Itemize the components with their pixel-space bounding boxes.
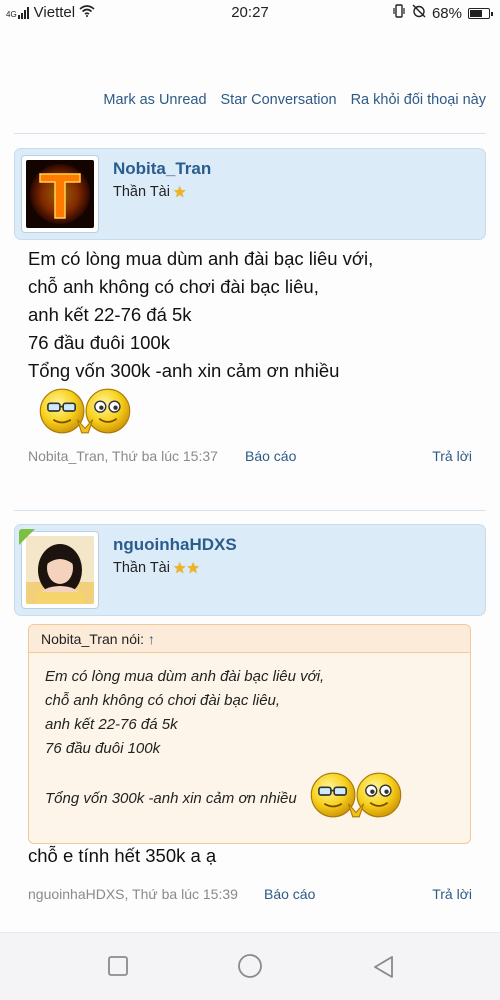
- post-meta: nguoinhaHDXS, Thứ ba lúc 15:39: [28, 886, 238, 902]
- message-text: chỗ e tính hết 350k a ạ: [14, 842, 216, 870]
- quote-line: Tổng vốn 300k -anh xin cảm ơn nhiều: [45, 790, 297, 807]
- divider: [14, 133, 486, 134]
- message-line: anh kết 22-76 đá 5k: [28, 304, 192, 325]
- avatar-image: [26, 160, 94, 228]
- star-icon: ★★: [172, 560, 200, 577]
- battery-fill: [470, 9, 482, 17]
- status-bar: 4G Viettel 20:27 68%: [0, 0, 500, 26]
- avatar-image: [26, 536, 94, 604]
- post-meta: Nobita_Tran, Thứ ba lúc 15:37: [28, 448, 218, 464]
- home-icon[interactable]: [237, 954, 263, 984]
- quote-header: Nobita_Tran nói: ↑: [29, 625, 470, 653]
- navigation-bar: [0, 932, 500, 1000]
- quote-line: Em có lòng mua dùm anh đài bạc liêu với,: [45, 668, 325, 685]
- message-1: Nobita_Tran Thần Tài ★: [14, 148, 486, 240]
- report-link[interactable]: Báo cáo: [264, 886, 315, 902]
- divider: [14, 510, 486, 511]
- thanks-emoji: [14, 387, 486, 440]
- message-1-meta: Nobita_Tran, Thứ ba lúc 15:37 Báo cáo Tr…: [0, 448, 500, 468]
- quote-line: 76 đầu đuôi 100k: [45, 740, 161, 757]
- quote-author: Nobita_Tran nói:: [41, 631, 144, 647]
- recent-apps-icon[interactable]: [107, 955, 129, 982]
- thanks-emoji: [303, 771, 409, 827]
- reply-link[interactable]: Trả lời: [432, 886, 472, 902]
- username[interactable]: Nobita_Tran: [113, 159, 211, 179]
- battery-percent: 68%: [431, 4, 462, 22]
- quote-line: chỗ anh không có chơi đài bạc liêu,: [45, 692, 281, 709]
- alarm-off-icon: [412, 4, 426, 22]
- back-icon[interactable]: [372, 955, 396, 984]
- star-icon: ★: [172, 184, 187, 201]
- user-title: Thần Tài ★★: [113, 559, 200, 577]
- battery-icon: [468, 7, 493, 19]
- message-2-meta: nguoinhaHDXS, Thứ ba lúc 15:39 Báo cáo T…: [0, 886, 500, 906]
- message-1-body: Em có lòng mua dùm anh đài bạc liêu với,…: [14, 245, 486, 440]
- status-right: 68%: [392, 4, 493, 22]
- message-2: nguoinhaHDXS Thần Tài ★★: [14, 524, 486, 616]
- leave-conversation-link[interactable]: Ra khỏi đối thoại này: [351, 92, 486, 108]
- user-title-label: Thần Tài: [113, 184, 170, 200]
- go-to-quote-arrow[interactable]: ↑: [148, 631, 155, 647]
- message-line: Em có lòng mua dùm anh đài bạc liêu với,: [28, 248, 374, 269]
- quote-box: Nobita_Tran nói: ↑ Em có lòng mua dùm an…: [28, 624, 471, 844]
- quote-line: anh kết 22-76 đá 5k: [45, 716, 178, 733]
- message-line: chỗ e tính hết 350k a ạ: [28, 845, 217, 866]
- avatar[interactable]: [21, 155, 99, 233]
- user-title-label: Thần Tài: [113, 560, 170, 576]
- message-line: chỗ anh không có chơi đài bạc liêu,: [28, 276, 319, 297]
- online-indicator: [19, 529, 35, 545]
- conversation-actions: Mark as Unread Star Conversation Ra khỏi…: [103, 92, 486, 108]
- vibrate-icon: [392, 4, 406, 22]
- user-info-box: nguoinhaHDXS Thần Tài ★★: [14, 524, 486, 616]
- report-link[interactable]: Báo cáo: [245, 448, 296, 464]
- user-title: Thần Tài ★: [113, 183, 186, 201]
- username[interactable]: nguoinhaHDXS: [113, 535, 237, 555]
- message-text: Em có lòng mua dùm anh đài bạc liêu với,…: [14, 245, 486, 385]
- star-conversation-link[interactable]: Star Conversation: [221, 92, 337, 108]
- user-info-box: Nobita_Tran Thần Tài ★: [14, 148, 486, 240]
- quote-last-row: Tổng vốn 300k -anh xin cảm ơn nhiều: [45, 771, 454, 827]
- message-line: 76 đầu đuôi 100k: [28, 332, 170, 353]
- mark-unread-link[interactable]: Mark as Unread: [103, 92, 206, 108]
- message-line: Tổng vốn 300k -anh xin cảm ơn nhiều: [28, 360, 340, 381]
- quote-body: Em có lòng mua dùm anh đài bạc liêu với,…: [29, 653, 470, 843]
- reply-link[interactable]: Trả lời: [432, 448, 472, 464]
